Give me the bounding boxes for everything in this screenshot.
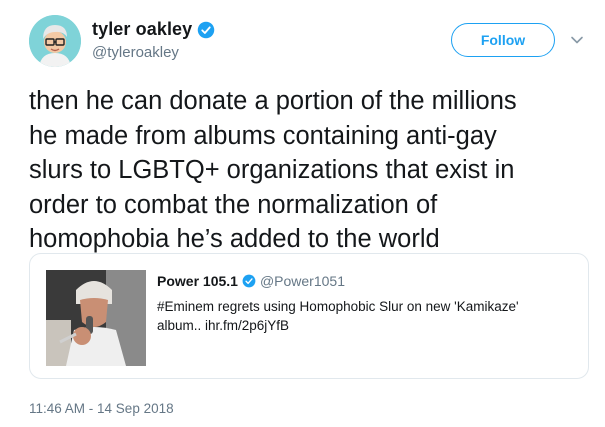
author-display-name[interactable]: tyler oakley [92,19,192,40]
quoted-tweet-text: #Eminem regrets using Homophobic Slur on… [157,299,519,333]
author-name-row[interactable]: tyler oakley [92,19,215,40]
verified-badge-icon [242,274,256,288]
quoted-tweet-header: Power 105.1 @Power1051 [157,273,345,289]
tweet-timestamp[interactable]: 11:46 AM - 14 Sep 2018 [29,401,174,416]
tweet-text: then he can donate a portion of the mill… [29,87,517,253]
eminem-photo-thumbnail [46,270,146,366]
quoted-author-handle: @Power1051 [259,273,345,289]
quoted-author-name: Power 105.1 [157,273,238,289]
quoted-tweet-card[interactable]: Power 105.1 @Power1051 #Eminem regrets u… [29,253,589,379]
quoted-tweet-image [46,270,146,366]
verified-badge-icon [198,21,215,38]
cartoon-avatar-icon [29,15,81,67]
author-handle[interactable]: @tyleroakley [92,44,179,61]
avatar[interactable] [29,15,81,67]
chevron-down-icon[interactable] [570,33,584,47]
follow-button[interactable]: Follow [451,23,555,57]
